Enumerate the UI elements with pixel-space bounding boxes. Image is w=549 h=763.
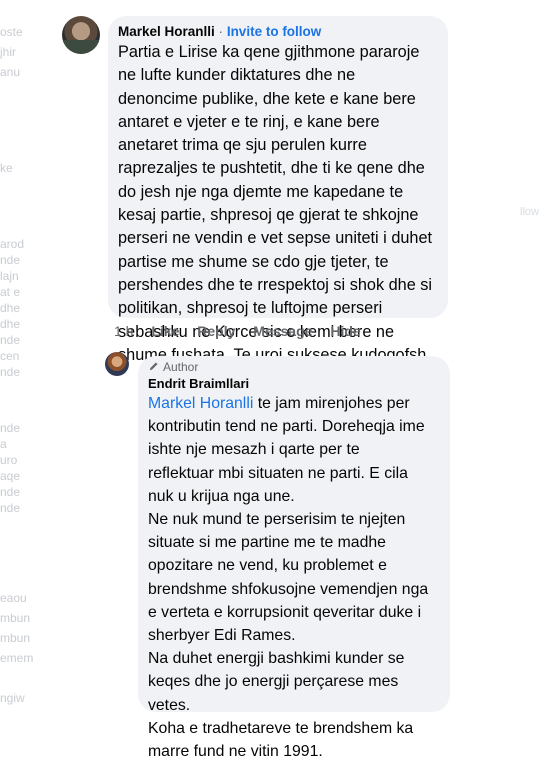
comment-line: kesaj partie, shpresoj qe gjerat te shko…	[118, 206, 419, 225]
ghost-text: jhir	[0, 45, 17, 59]
reply-line: keqes dhe jo energji perçarese mes	[148, 673, 399, 691]
message-button[interactable]: Message	[253, 323, 312, 339]
reply-line: opozitare ne vend, ku problemet e	[148, 557, 387, 575]
ghost-text: mbun	[0, 611, 31, 625]
ghost-text: arod	[0, 237, 25, 251]
ghost-text: nde	[0, 365, 21, 379]
author-badge-label: Author	[163, 360, 199, 374]
ghost-text: cen	[0, 349, 20, 363]
comment-line: perseri ne vendin e vet sepse uniteti i …	[118, 229, 433, 248]
ghost-text: uro	[0, 453, 18, 467]
hide-button[interactable]: Hide	[330, 323, 360, 339]
ghost-text: anu	[0, 65, 21, 79]
separator-dot: ·	[218, 24, 224, 39]
comment-author-name[interactable]: Markel Horanlli	[118, 24, 215, 39]
ghost-text: eaou	[0, 591, 27, 605]
comment-line: denoncime publike, dhe kete e kane bere	[118, 89, 416, 108]
comment-line: antaret e vjeter e te rinj, e kane bere	[118, 112, 380, 131]
comment-line: politikan, shpresoj te luftojme perseri	[118, 299, 383, 318]
ghost-text: aqe	[0, 469, 21, 483]
ghost-text: emem	[0, 651, 34, 665]
commenter-avatar[interactable]	[62, 16, 100, 54]
reply-line: Koha e tradhetareve te brendshem ka	[148, 719, 414, 737]
reply-button[interactable]: Reply	[197, 323, 235, 339]
ghost-text: dhe	[0, 301, 21, 315]
ghost-text: nde	[0, 333, 21, 347]
ghost-text: nde	[0, 501, 21, 515]
comment-header: Markel Horanlli · Invite to follow	[118, 24, 321, 39]
reply-line: situate si me partine me te madhe	[148, 534, 386, 552]
author-badge: Author	[148, 360, 198, 374]
invite-to-follow-link[interactable]: Invite to follow	[227, 24, 322, 39]
reply-line: kontributin tend ne parti. Doreheqja ime	[148, 418, 425, 436]
reply-line: Ne nuk mund te perserisim te njejten	[148, 511, 406, 529]
ghost-text: ke	[0, 161, 13, 175]
reply-line: Markel Horanlli te jam mirenjohes per	[148, 392, 428, 415]
ghost-text: nde	[0, 485, 21, 499]
comment-line: raprezaljes te pushtetit, dhe ti ke qene…	[118, 159, 425, 178]
comment-line: partise me shume se cdo gje tjeter, te	[118, 252, 389, 271]
ghost-text: nde	[0, 253, 21, 267]
comment-timestamp[interactable]: 1 h	[114, 323, 133, 339]
mention-link[interactable]: Markel Horanlli	[148, 395, 253, 412]
like-button[interactable]: Like	[151, 323, 179, 339]
reply-line: vetes.	[148, 696, 191, 714]
ghost-text: nde	[0, 421, 21, 435]
reply-body: Markel Horanlli te jam mirenjohes per ko…	[148, 392, 428, 763]
reply-author-name[interactable]: Endrit Braimllari	[148, 376, 249, 391]
reply-text: te jam mirenjohes per	[253, 395, 410, 412]
ghost-text: a	[0, 437, 7, 451]
reply-line: ishte nje mesazh i qarte per te	[148, 441, 360, 459]
ghost-text: lajn	[0, 269, 19, 283]
comment-line: pershendes dhe te rrespektoj si shok dhe…	[118, 275, 433, 294]
ghost-text: ngiw	[0, 691, 25, 705]
comment-actions: 1 h Like Reply Message Hide	[114, 323, 375, 339]
ghost-text: mbun	[0, 631, 31, 645]
pencil-icon	[149, 362, 158, 371]
reply-line: nuk u krijua nga une.	[148, 487, 295, 505]
comment-line: do jesh nje nga djemte me kapedane te	[118, 182, 404, 201]
reply-line: reflektuar mbi situaten ne parti. E cila	[148, 464, 408, 482]
comment-body: Partia e Lirise ka qene gjithmone pararo…	[118, 41, 432, 367]
ghost-text: dhe	[0, 317, 21, 331]
reply-line: brendshme shfokusojne vemendjen nga	[148, 580, 429, 598]
reply-author-avatar[interactable]	[105, 352, 129, 376]
ghost-text: oste	[0, 25, 23, 39]
comment-line: anetaret trima qe sju perulen kurre	[118, 136, 367, 155]
comment-line: Partia e Lirise ka qene gjithmone pararo…	[118, 43, 420, 61]
reply-line: marre fund ne vitin 1991.	[148, 743, 323, 761]
reply-line: e verteta e korrupsionit qeveritar duke …	[148, 603, 422, 621]
comment-line: ne lufte kunder diktatures dhe ne	[118, 66, 356, 85]
ghost-text: at e	[0, 285, 21, 299]
reply-line: sherbyer Edi Rames.	[148, 627, 296, 645]
reply-line: Na duhet energji bashkimi kunder se	[148, 650, 405, 668]
ghost-follow-text: llow	[520, 206, 539, 218]
